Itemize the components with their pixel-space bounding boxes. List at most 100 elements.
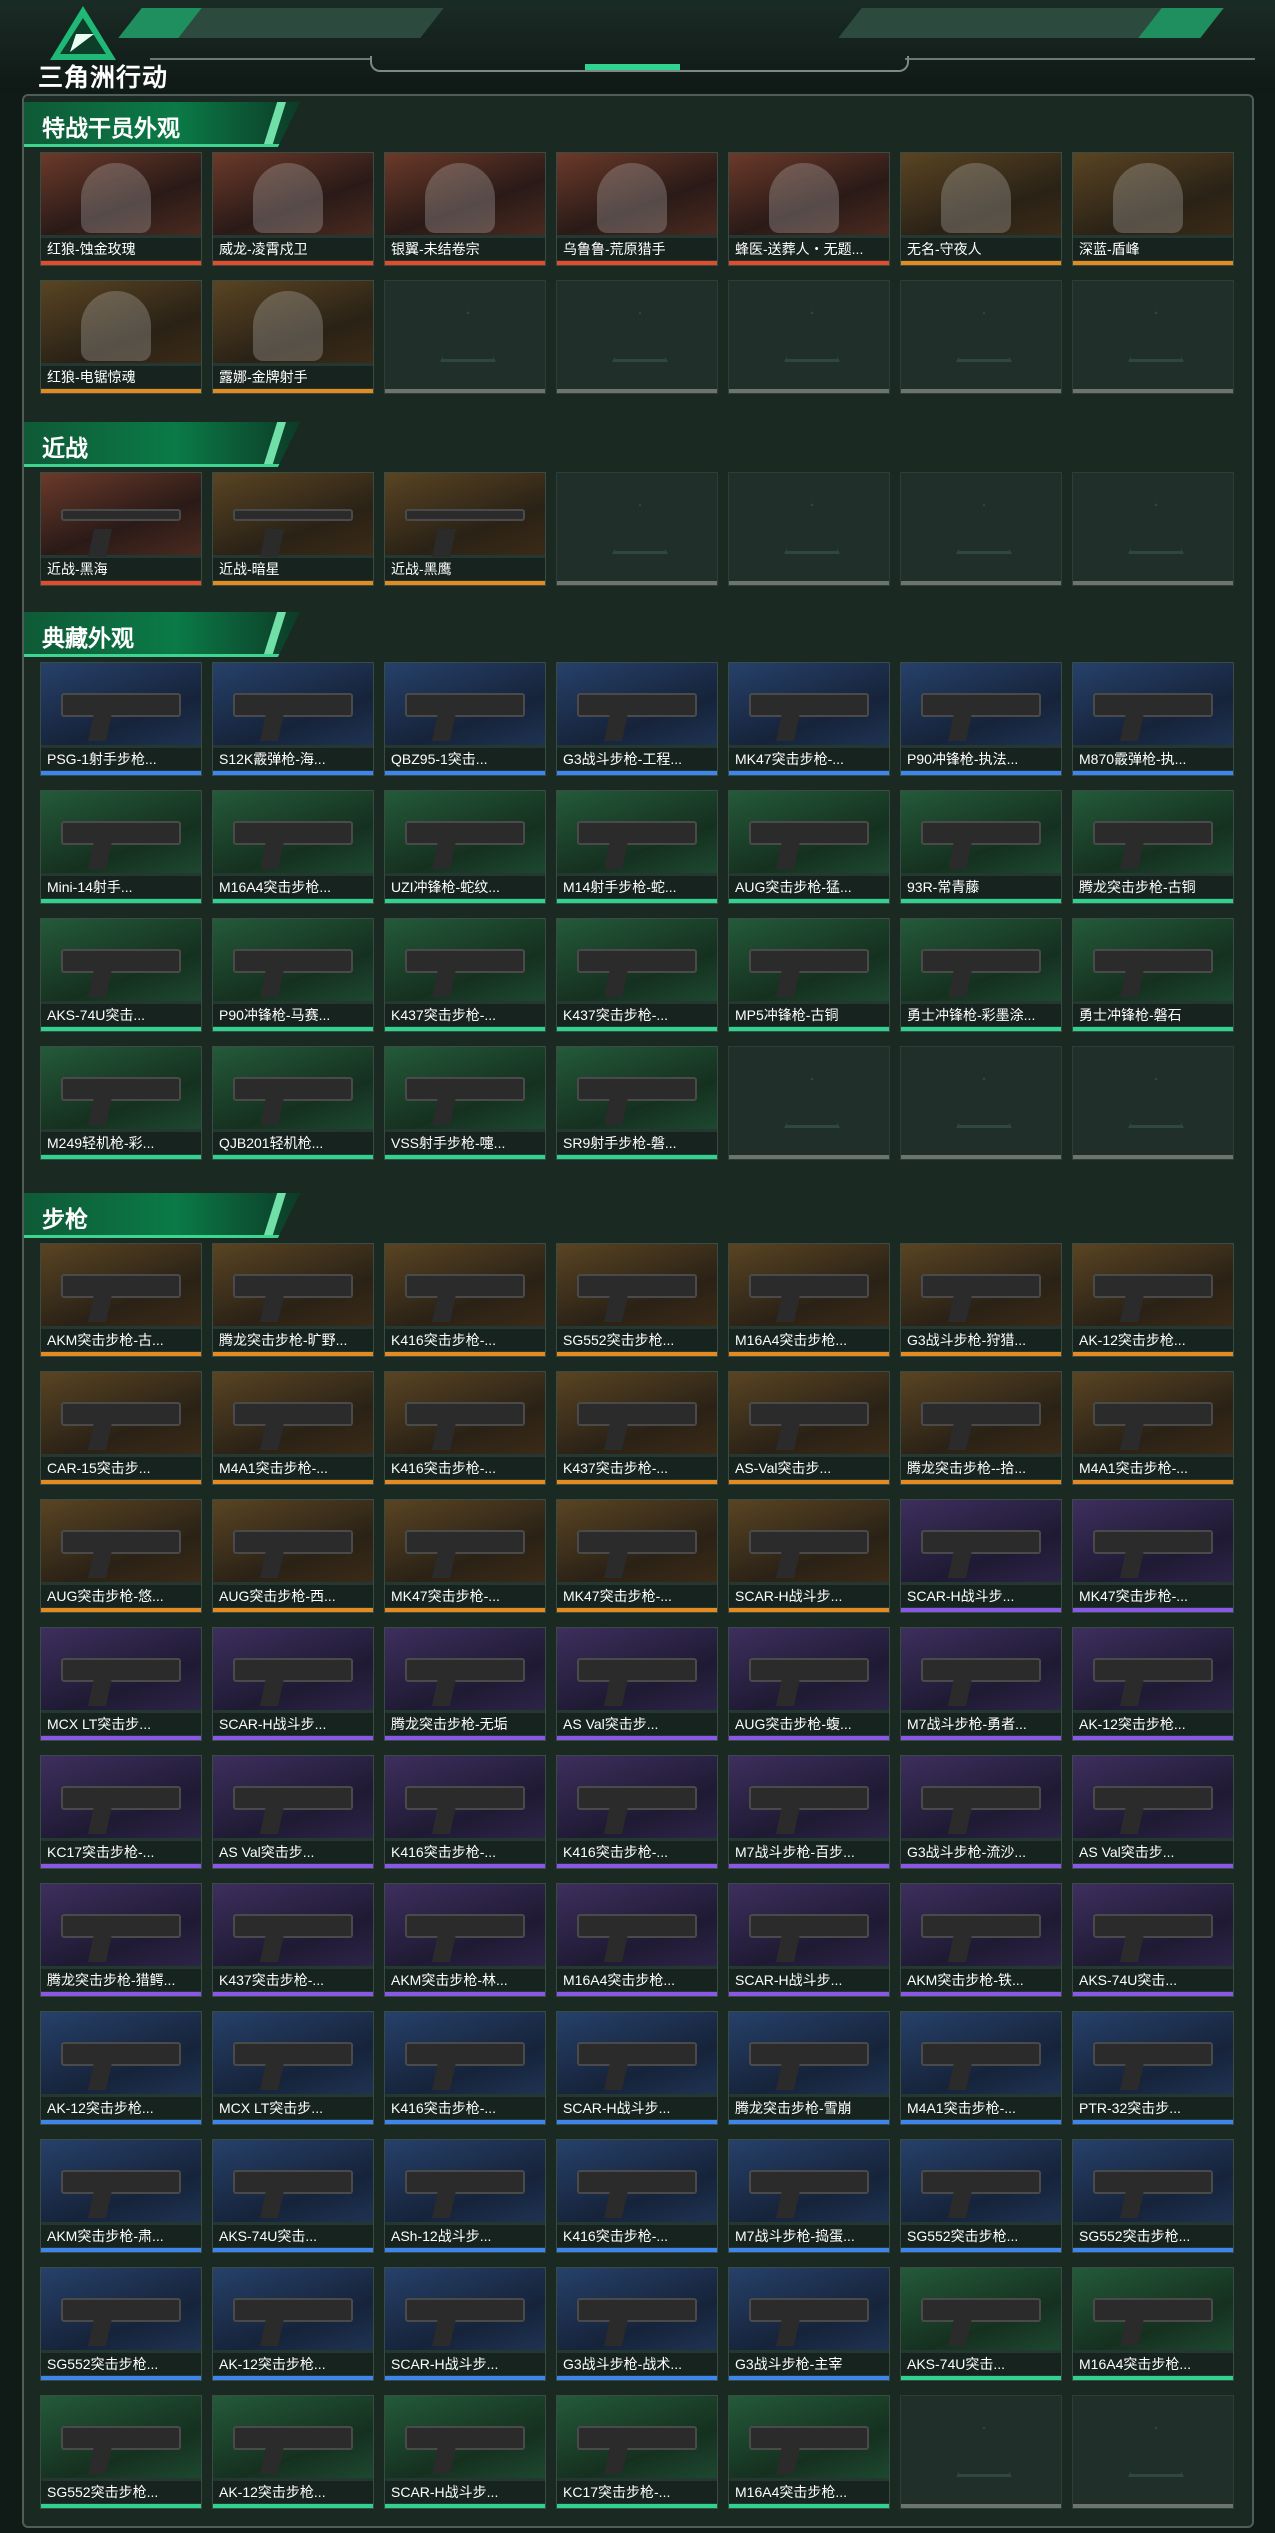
skin-card[interactable]: M7战斗步枪-勇者... bbox=[900, 1627, 1062, 1741]
skin-card[interactable]: 蜂医-送葬人・无题... bbox=[728, 152, 890, 266]
skin-card[interactable]: AS Val突击步... bbox=[556, 1627, 718, 1741]
skin-card[interactable]: QJB201轻机枪... bbox=[212, 1046, 374, 1160]
skin-card[interactable]: AKM突击步枪-古... bbox=[40, 1243, 202, 1357]
skin-card[interactable]: AKS-74U突击... bbox=[900, 2267, 1062, 2381]
skin-card[interactable]: AKS-74U突击... bbox=[40, 918, 202, 1032]
skin-card[interactable]: 腾龙突击步枪-无垢 bbox=[384, 1627, 546, 1741]
skin-card[interactable]: SCAR-H战斗步... bbox=[728, 1883, 890, 1997]
skin-card[interactable]: M870霰弹枪-执... bbox=[1072, 662, 1234, 776]
skin-card[interactable]: K416突击步枪-... bbox=[556, 2139, 718, 2253]
skin-card[interactable]: 勇士冲锋枪-磐石 bbox=[1072, 918, 1234, 1032]
skin-card[interactable]: 深蓝-盾峰 bbox=[1072, 152, 1234, 266]
skin-card[interactable]: Mini-14射手... bbox=[40, 790, 202, 904]
skin-card[interactable]: AS Val突击步... bbox=[1072, 1755, 1234, 1869]
skin-card[interactable]: VSS射手步枪-嚏... bbox=[384, 1046, 546, 1160]
skin-card[interactable]: 腾龙突击步枪--拾... bbox=[900, 1371, 1062, 1485]
skin-card[interactable]: M16A4突击步枪... bbox=[556, 1883, 718, 1997]
skin-card[interactable]: AS-Val突击步... bbox=[728, 1371, 890, 1485]
skin-card[interactable]: K416突击步枪-... bbox=[384, 1755, 546, 1869]
skin-card[interactable]: AUG突击步枪-猛... bbox=[728, 790, 890, 904]
skin-card[interactable]: 近战-暗星 bbox=[212, 472, 374, 586]
skin-card[interactable]: M4A1突击步枪-... bbox=[212, 1371, 374, 1485]
skin-card[interactable]: K416突击步枪-... bbox=[384, 1371, 546, 1485]
skin-card[interactable]: G3战斗步枪-战术... bbox=[556, 2267, 718, 2381]
skin-card[interactable]: G3战斗步枪-狩猎... bbox=[900, 1243, 1062, 1357]
skin-card[interactable]: 腾龙突击步枪-雪崩 bbox=[728, 2011, 890, 2125]
skin-card[interactable]: SCAR-H战斗步... bbox=[900, 1499, 1062, 1613]
skin-card[interactable]: KC17突击步枪-... bbox=[556, 2395, 718, 2509]
skin-card[interactable]: 腾龙突击步枪-古铜 bbox=[1072, 790, 1234, 904]
skin-card[interactable]: M4A1突击步枪-... bbox=[1072, 1371, 1234, 1485]
skin-card[interactable]: S12K霰弹枪-海... bbox=[212, 662, 374, 776]
skin-card[interactable]: 乌鲁鲁-荒原猎手 bbox=[556, 152, 718, 266]
skin-card[interactable]: CAR-15突击步... bbox=[40, 1371, 202, 1485]
skin-card[interactable]: K437突击步枪-... bbox=[384, 918, 546, 1032]
skin-card[interactable]: AK-12突击步枪... bbox=[212, 2395, 374, 2509]
skin-card[interactable]: M16A4突击步枪... bbox=[728, 1243, 890, 1357]
skin-card[interactable]: G3战斗步枪-流沙... bbox=[900, 1755, 1062, 1869]
skin-card[interactable]: 腾龙突击步枪-猎鳄... bbox=[40, 1883, 202, 1997]
skin-card[interactable]: AUG突击步枪-悠... bbox=[40, 1499, 202, 1613]
skin-card[interactable]: M16A4突击步枪... bbox=[212, 790, 374, 904]
skin-card[interactable]: AS Val突击步... bbox=[212, 1755, 374, 1869]
skin-card[interactable]: AKM突击步枪-林... bbox=[384, 1883, 546, 1997]
skin-card[interactable]: MK47突击步枪-... bbox=[556, 1499, 718, 1613]
skin-card[interactable]: SG552突击步枪... bbox=[1072, 2139, 1234, 2253]
skin-card[interactable]: 勇士冲锋枪-彩墨涂... bbox=[900, 918, 1062, 1032]
skin-card[interactable]: AKM突击步枪-肃... bbox=[40, 2139, 202, 2253]
skin-card[interactable]: 无名-守夜人 bbox=[900, 152, 1062, 266]
skin-card[interactable]: SR9射手步枪-磐... bbox=[556, 1046, 718, 1160]
skin-card[interactable]: QBZ95-1突击... bbox=[384, 662, 546, 776]
skin-card[interactable]: M7战斗步枪-百步... bbox=[728, 1755, 890, 1869]
skin-card[interactable]: SG552突击步枪... bbox=[556, 1243, 718, 1357]
skin-card[interactable]: AK-12突击步枪... bbox=[40, 2011, 202, 2125]
skin-card[interactable]: AK-12突击步枪... bbox=[1072, 1627, 1234, 1741]
skin-card[interactable]: 红狼-蚀金玫瑰 bbox=[40, 152, 202, 266]
skin-card[interactable]: 红狼-电锯惊魂 bbox=[40, 280, 202, 394]
skin-card[interactable]: SG552突击步枪... bbox=[40, 2395, 202, 2509]
skin-card[interactable]: SCAR-H战斗步... bbox=[212, 1627, 374, 1741]
skin-card[interactable]: P90冲锋枪-执法... bbox=[900, 662, 1062, 776]
skin-card[interactable]: AUG突击步枪-西... bbox=[212, 1499, 374, 1613]
skin-card[interactable]: ASh-12战斗步... bbox=[384, 2139, 546, 2253]
skin-card[interactable]: AK-12突击步枪... bbox=[1072, 1243, 1234, 1357]
skin-card[interactable]: SCAR-H战斗步... bbox=[384, 2267, 546, 2381]
skin-card[interactable]: M4A1突击步枪-... bbox=[900, 2011, 1062, 2125]
skin-card[interactable]: AKM突击步枪-铁... bbox=[900, 1883, 1062, 1997]
skin-card[interactable]: G3战斗步枪-工程... bbox=[556, 662, 718, 776]
skin-card[interactable]: M249轻机枪-彩... bbox=[40, 1046, 202, 1160]
skin-card[interactable]: AKS-74U突击... bbox=[212, 2139, 374, 2253]
skin-card[interactable]: K437突击步枪-... bbox=[556, 918, 718, 1032]
skin-card[interactable]: UZI冲锋枪-蛇纹... bbox=[384, 790, 546, 904]
skin-card[interactable]: SCAR-H战斗步... bbox=[384, 2395, 546, 2509]
skin-card[interactable]: K437突击步枪-... bbox=[212, 1883, 374, 1997]
skin-card[interactable]: MK47突击步枪-... bbox=[384, 1499, 546, 1613]
skin-card[interactable]: G3战斗步枪-主宰 bbox=[728, 2267, 890, 2381]
skin-card[interactable]: 威龙-凌霄戍卫 bbox=[212, 152, 374, 266]
skin-card[interactable]: M16A4突击步枪... bbox=[728, 2395, 890, 2509]
skin-card[interactable]: PTR-32突击步... bbox=[1072, 2011, 1234, 2125]
skin-card[interactable]: SG552突击步枪... bbox=[900, 2139, 1062, 2253]
skin-card[interactable]: M16A4突击步枪... bbox=[1072, 2267, 1234, 2381]
skin-card[interactable]: MK47突击步枪-... bbox=[728, 662, 890, 776]
skin-card[interactable]: M7战斗步枪-捣蛋... bbox=[728, 2139, 890, 2253]
skin-card[interactable]: K416突击步枪-... bbox=[384, 2011, 546, 2125]
skin-card[interactable]: AKS-74U突击... bbox=[1072, 1883, 1234, 1997]
skin-card[interactable]: MP5冲锋枪-古铜 bbox=[728, 918, 890, 1032]
skin-card[interactable]: 近战-黑鹰 bbox=[384, 472, 546, 586]
skin-card[interactable]: MCX LT突击步... bbox=[212, 2011, 374, 2125]
skin-card[interactable]: K437突击步枪-... bbox=[556, 1371, 718, 1485]
skin-card[interactable]: SG552突击步枪... bbox=[40, 2267, 202, 2381]
skin-card[interactable]: K416突击步枪-... bbox=[384, 1243, 546, 1357]
skin-card[interactable]: SCAR-H战斗步... bbox=[556, 2011, 718, 2125]
skin-card[interactable]: 腾龙突击步枪-旷野... bbox=[212, 1243, 374, 1357]
skin-card[interactable]: AUG突击步枪-蝮... bbox=[728, 1627, 890, 1741]
skin-card[interactable]: 银翼-未结卷宗 bbox=[384, 152, 546, 266]
skin-card[interactable]: MCX LT突击步... bbox=[40, 1627, 202, 1741]
skin-card[interactable]: 近战-黑海 bbox=[40, 472, 202, 586]
skin-card[interactable]: 露娜-金牌射手 bbox=[212, 280, 374, 394]
skin-card[interactable]: P90冲锋枪-马赛... bbox=[212, 918, 374, 1032]
skin-card[interactable]: MK47突击步枪-... bbox=[1072, 1499, 1234, 1613]
skin-card[interactable]: AK-12突击步枪... bbox=[212, 2267, 374, 2381]
skin-card[interactable]: 93R-常青藤 bbox=[900, 790, 1062, 904]
